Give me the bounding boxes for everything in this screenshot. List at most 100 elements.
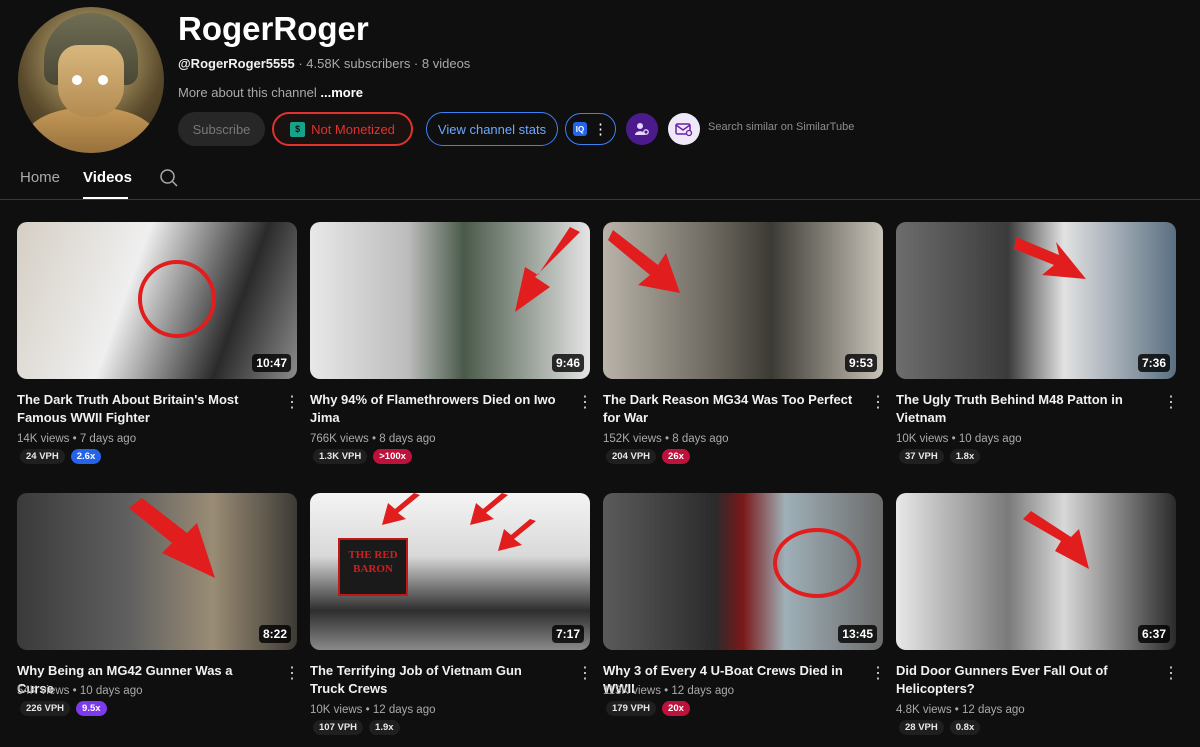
video-title[interactable]: The Dark Truth About Britain's Most Famo… <box>17 391 267 427</box>
channel-tabs: Home Videos <box>0 164 1200 200</box>
outlier-badge: >100x <box>373 449 412 464</box>
video-stats: 4.8K views • 12 days ago <box>896 704 1025 716</box>
video-badges: 179 VPH 20x <box>606 701 690 716</box>
truck-sign: THE RED BARON <box>338 538 408 596</box>
video-thumbnail[interactable]: 8:22 <box>17 493 297 650</box>
channel-about[interactable]: More about this channel ...more <box>178 85 363 100</box>
video-thumbnail[interactable]: 9:53 <box>603 222 883 379</box>
more-vert-icon[interactable]: ⋮ <box>577 663 593 683</box>
channel-avatar[interactable] <box>18 7 164 153</box>
video-card[interactable]: 8:22 Why Being an MG42 Gunner Was a Curs… <box>17 493 300 716</box>
video-title[interactable]: Did Door Gunners Ever Fall Out of Helico… <box>896 662 1146 698</box>
video-card[interactable]: 6:37 Did Door Gunners Ever Fall Out of H… <box>896 493 1179 735</box>
channel-name: RogerRoger <box>178 10 369 47</box>
view-channel-stats-button[interactable]: View channel stats <box>426 112 558 146</box>
video-duration: 9:46 <box>551 354 584 372</box>
video-thumbnail[interactable]: THE RED BARON 7:17 <box>310 493 590 650</box>
red-circle-highlight <box>773 528 861 598</box>
video-stats: 766K views • 8 days ago <box>310 433 436 445</box>
red-arrow-graphic <box>129 498 215 578</box>
more-vert-icon[interactable]: ⋮ <box>284 663 300 683</box>
video-badges: 1.3K VPH >100x <box>313 449 412 464</box>
video-badges: 28 VPH 0.8x <box>899 720 981 735</box>
video-duration: 6:37 <box>1137 625 1170 643</box>
video-title[interactable]: Why 94% of Flamethrowers Died on Iwo Jim… <box>310 391 560 427</box>
iq-extension-button[interactable]: IQ ⋮ <box>565 113 616 145</box>
vph-badge: 1.3K VPH <box>313 449 368 464</box>
not-monetized-button[interactable]: $ Not Monetized <box>272 112 413 146</box>
user-search-icon <box>635 123 649 135</box>
video-thumbnail[interactable]: 7:36 <box>896 222 1176 379</box>
red-arrow-graphic <box>498 519 536 551</box>
outlier-badge: 0.8x <box>949 720 981 735</box>
more-vert-icon[interactable]: ⋮ <box>577 392 593 412</box>
video-badges: 37 VPH 1.8x <box>899 449 981 464</box>
outlier-badge: 20x <box>662 701 690 716</box>
video-stats: 113K views • 12 days ago <box>603 685 735 697</box>
channel-meta: @RogerRoger5555 · 4.58K subscribers · 8 … <box>178 56 470 71</box>
video-stats: 54K views • 10 days ago <box>17 685 143 697</box>
outlier-badge: 2.6x <box>70 449 102 464</box>
video-duration: 7:36 <box>1137 354 1170 372</box>
video-duration: 13:45 <box>838 625 877 643</box>
more-vert-icon[interactable]: ⋮ <box>1163 392 1179 412</box>
video-duration: 7:17 <box>551 625 584 643</box>
tab-videos[interactable]: Videos <box>83 169 132 186</box>
vph-badge: 226 VPH <box>20 701 71 716</box>
video-stats: 14K views • 7 days ago <box>17 433 137 445</box>
video-thumbnail[interactable]: 9:46 <box>310 222 590 379</box>
monetization-icon: $ <box>290 121 306 137</box>
channel-stats: · 4.58K subscribers · 8 videos <box>294 56 471 71</box>
more-vert-icon[interactable]: ⋮ <box>870 392 886 412</box>
channel-handle: @RogerRoger5555 <box>178 56 295 71</box>
video-card[interactable]: THE RED BARON 7:17 The Terrifying Job of… <box>310 493 593 735</box>
tab-home[interactable]: Home <box>20 169 60 186</box>
more-link[interactable]: ...more <box>320 85 363 100</box>
search-icon <box>160 169 178 187</box>
red-arrow-graphic <box>1014 237 1086 279</box>
video-badges: 226 VPH 9.5x <box>20 701 107 716</box>
more-vert-icon[interactable]: ⋮ <box>284 392 300 412</box>
not-monetized-label: Not Monetized <box>311 121 395 137</box>
iq-icon: IQ <box>573 122 587 136</box>
video-card[interactable]: 7:36 The Ugly Truth Behind M48 Patton in… <box>896 222 1179 464</box>
video-duration: 9:53 <box>844 354 877 372</box>
about-label: More about this channel <box>178 85 321 100</box>
video-card[interactable]: 13:45 Why 3 of Every 4 U-Boat Crews Died… <box>603 493 886 716</box>
more-vert-icon[interactable]: ⋮ <box>870 663 886 683</box>
mail-search-icon <box>675 123 693 137</box>
video-thumbnail[interactable]: 6:37 <box>896 493 1176 650</box>
similartube-button[interactable] <box>668 113 700 145</box>
vph-badge: 24 VPH <box>20 449 65 464</box>
user-search-button[interactable] <box>626 113 658 145</box>
outlier-badge: 1.8x <box>949 449 981 464</box>
vph-badge: 37 VPH <box>899 449 944 464</box>
red-arrow-graphic <box>1023 511 1089 569</box>
video-thumbnail[interactable]: 13:45 <box>603 493 883 650</box>
video-badges: 204 VPH 26x <box>606 449 690 464</box>
outlier-badge: 1.9x <box>369 720 400 735</box>
video-title[interactable]: The Terrifying Job of Vietnam Gun Truck … <box>310 662 560 698</box>
video-thumbnail[interactable]: 10:47 <box>17 222 297 379</box>
vph-badge: 179 VPH <box>606 701 657 716</box>
avatar-eye <box>98 75 108 85</box>
video-badges: 24 VPH 2.6x <box>20 449 102 464</box>
outlier-badge: 9.5x <box>76 701 107 716</box>
vph-badge: 107 VPH <box>313 720 364 735</box>
similartube-label[interactable]: Search similar on SimilarTube <box>708 121 854 133</box>
avatar-face <box>58 45 124 117</box>
red-arrow-graphic <box>515 227 580 312</box>
video-duration: 10:47 <box>252 354 291 372</box>
video-duration: 8:22 <box>258 625 291 643</box>
red-arrow-graphic <box>608 230 680 293</box>
video-card[interactable]: 9:53 The Dark Reason MG34 Was Too Perfec… <box>603 222 886 464</box>
video-card[interactable]: 9:46 Why 94% of Flamethrowers Died on Iw… <box>310 222 593 464</box>
video-card[interactable]: 10:47 The Dark Truth About Britain's Mos… <box>17 222 300 464</box>
video-title[interactable]: The Dark Reason MG34 Was Too Perfect for… <box>603 391 853 427</box>
channel-search-button[interactable] <box>159 168 179 193</box>
vph-badge: 204 VPH <box>606 449 657 464</box>
subscribe-button[interactable]: Subscribe <box>178 112 265 146</box>
more-vert-icon[interactable]: ⋮ <box>1163 663 1179 683</box>
video-title[interactable]: The Ugly Truth Behind M48 Patton in Viet… <box>896 391 1146 427</box>
vph-badge: 28 VPH <box>899 720 944 735</box>
